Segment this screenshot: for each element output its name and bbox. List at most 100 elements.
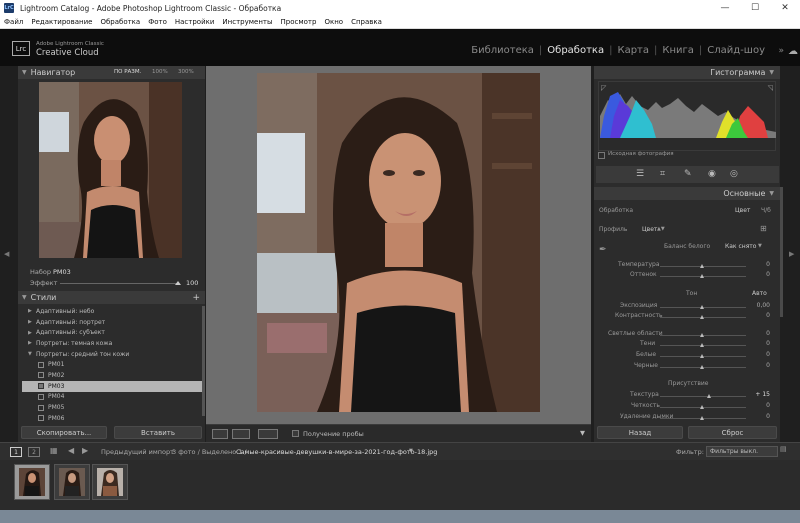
filmstrip-thumbnail-selected[interactable] — [14, 464, 50, 500]
masking-icon[interactable]: ◎ — [730, 169, 738, 179]
style-preset[interactable]: PM01 — [22, 359, 202, 370]
zoom-100[interactable]: 100% — [152, 69, 168, 75]
highlights-knob[interactable] — [700, 333, 704, 337]
treatment-bw-button[interactable]: Ч/б — [761, 207, 771, 214]
wb-dropdown-arrow-icon[interactable]: ▼ — [758, 243, 762, 249]
original-photo-checkbox[interactable] — [598, 152, 605, 159]
dehaze-value[interactable]: 0 — [746, 413, 770, 420]
more-modules-icon[interactable]: » — [778, 46, 784, 56]
back-arrow-icon[interactable]: ◀ — [68, 446, 74, 455]
selected-filename[interactable]: Самые-красивые-девушки-в-мире-за-2021-го… — [236, 448, 437, 456]
copy-settings-button[interactable]: Скопировать... — [21, 426, 107, 439]
forward-arrow-icon[interactable]: ▶ — [82, 446, 88, 455]
cloud-icon[interactable]: ☁ — [788, 46, 798, 57]
edit-sliders-icon[interactable]: ☰ — [636, 169, 644, 179]
navigator-header[interactable]: ▼ Навигатор ПО РАЗМ. 100% 300% — [18, 66, 205, 79]
style-group-expanded[interactable]: ▼ Портреты: средний тон кожи — [22, 349, 202, 360]
style-group[interactable]: ▶ Адаптивный: небо — [22, 306, 202, 317]
close-button[interactable]: ✕ — [770, 0, 800, 16]
exposure-knob[interactable] — [700, 305, 704, 309]
main-photo[interactable] — [257, 73, 540, 412]
grid-view-icon[interactable]: ▦ — [50, 446, 58, 455]
module-book[interactable]: Книга — [657, 45, 699, 56]
tone-auto-button[interactable]: Авто — [752, 290, 767, 297]
menu-photo[interactable]: Фото — [144, 18, 171, 26]
shadows-knob[interactable] — [700, 343, 704, 347]
module-map[interactable]: Карта — [612, 45, 654, 56]
source-label[interactable]: Предыдущий импорт — [101, 448, 174, 456]
preset-amount-track[interactable] — [60, 283, 178, 284]
style-preset[interactable]: PM05 — [22, 402, 202, 413]
style-preset[interactable]: PM04 — [22, 392, 202, 403]
style-preset[interactable]: PM06 — [22, 413, 202, 424]
menu-view[interactable]: Просмотр — [277, 18, 321, 26]
clarity-knob[interactable] — [700, 405, 704, 409]
red-eye-icon[interactable]: ◉ — [708, 169, 716, 179]
highlight-clip-icon[interactable]: ◹ — [768, 84, 773, 92]
left-panel-toggle-icon[interactable]: ◀ — [4, 250, 9, 258]
treatment-color-button[interactable]: Цвет — [735, 207, 750, 214]
module-develop[interactable]: Обработка — [542, 45, 609, 56]
right-panel-toggle-icon[interactable]: ▶ — [789, 250, 794, 258]
preset-amount-knob[interactable] — [175, 281, 181, 285]
whites-value[interactable]: 0 — [746, 351, 770, 358]
tint-knob[interactable] — [700, 274, 704, 278]
whites-knob[interactable] — [700, 354, 704, 358]
blacks-value[interactable]: 0 — [746, 362, 770, 369]
eyedropper-icon[interactable]: ✒ — [599, 245, 607, 255]
highlights-value[interactable]: 0 — [746, 330, 770, 337]
filmstrip-thumbnail[interactable] — [92, 464, 128, 500]
right-panel-scrollbar[interactable] — [780, 187, 783, 317]
module-slideshow[interactable]: Слайд-шоу — [702, 45, 770, 56]
white-balance-dropdown[interactable]: Как снято — [725, 243, 756, 250]
dehaze-knob[interactable] — [700, 416, 704, 420]
style-group[interactable]: ▶ Адаптивный: субъект — [22, 327, 202, 338]
paste-settings-button[interactable]: Вставить — [114, 426, 202, 439]
menu-file[interactable]: Файл — [0, 18, 27, 26]
primary-window-button[interactable]: 1 — [10, 447, 22, 457]
styles-header[interactable]: ▼ Стили + — [18, 291, 205, 304]
shadow-clip-icon[interactable]: ◸ — [601, 84, 606, 92]
histogram-header[interactable]: Гистограмма ▼ — [594, 66, 780, 79]
clarity-value[interactable]: 0 — [746, 402, 770, 409]
module-library[interactable]: Библиотека — [466, 45, 539, 56]
secondary-window-button[interactable]: 2 — [28, 447, 40, 457]
healing-icon[interactable]: ✎ — [684, 169, 692, 179]
tint-value[interactable]: 0 — [746, 271, 770, 278]
before-after-icon[interactable] — [232, 429, 250, 439]
blacks-knob[interactable] — [700, 365, 704, 369]
texture-value[interactable]: + 15 — [746, 391, 770, 398]
menu-settings[interactable]: Настройки — [171, 18, 219, 26]
profile-browser-icon[interactable]: ⊞ — [760, 224, 767, 233]
maximize-button[interactable]: ☐ — [740, 0, 770, 16]
zoom-300[interactable]: 300% — [178, 69, 194, 75]
contrast-knob[interactable] — [700, 315, 704, 319]
menu-help[interactable]: Справка — [347, 18, 386, 26]
menu-tools[interactable]: Инструменты — [218, 18, 276, 26]
reset-button[interactable]: Сброс — [688, 426, 777, 439]
compare-view-icon[interactable] — [258, 429, 278, 439]
style-group[interactable]: ▶ Адаптивный: портрет — [22, 317, 202, 328]
temperature-value[interactable]: 0 — [746, 261, 770, 268]
filter-dropdown[interactable]: Фильтры выкл. — [706, 446, 778, 457]
menu-window[interactable]: Окно — [320, 18, 347, 26]
profile-dropdown[interactable]: Цвет — [642, 226, 657, 233]
add-style-icon[interactable]: + — [192, 293, 200, 303]
previous-button[interactable]: Назад — [597, 426, 683, 439]
menu-develop[interactable]: Обработка — [96, 18, 144, 26]
filter-lock-icon[interactable]: ▤ — [780, 445, 787, 453]
style-preset[interactable]: PM02 — [22, 370, 202, 381]
style-preset-selected[interactable]: PM03 — [22, 380, 202, 392]
minimize-button[interactable]: — — [710, 0, 740, 16]
shadows-value[interactable]: 0 — [746, 340, 770, 347]
styles-scrollbar[interactable] — [202, 306, 205, 416]
navigator-preview[interactable] — [39, 82, 182, 258]
soft-proof-checkbox[interactable] — [292, 430, 299, 437]
basic-header[interactable]: Основные ▼ — [594, 187, 780, 200]
crop-icon[interactable]: ⌗ — [660, 169, 665, 179]
profile-dropdown-arrow-icon[interactable]: ▲▼ — [657, 226, 665, 232]
loupe-view-icon[interactable] — [212, 429, 228, 439]
toolbar-menu-icon[interactable]: ▼ — [580, 429, 585, 437]
style-group[interactable]: ▶ Портреты: темная кожа — [22, 338, 202, 349]
texture-slider[interactable] — [660, 396, 746, 397]
